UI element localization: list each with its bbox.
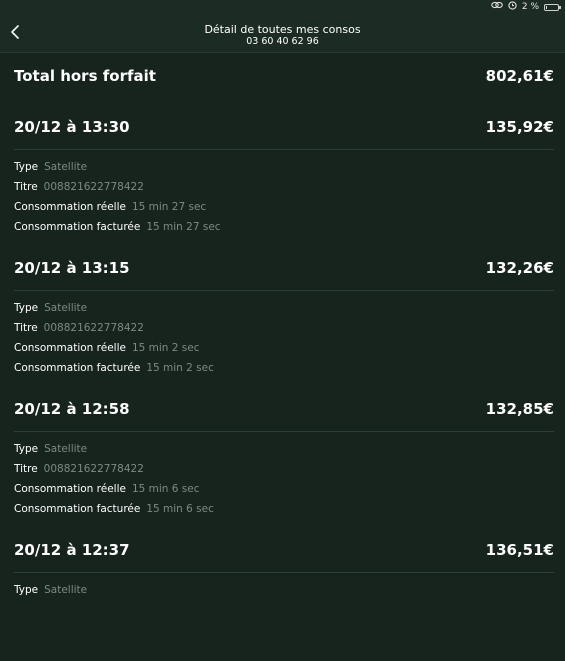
call-header: 20/12 à 12:58 132,85€ [0, 379, 565, 432]
total-summary: Total hors forfait 802,61€ [0, 53, 565, 97]
detail-type: Type Satellite [14, 298, 214, 318]
detail-value: Satellite [44, 161, 88, 173]
call-details: Type Satellite Titre 008821622778422 Conso… [14, 157, 221, 237]
detail-value: 15 min 6 sec [146, 503, 214, 515]
detail-value: 15 min 2 sec [131, 342, 200, 354]
call-date: 20/12 à 13:30 [14, 118, 130, 136]
status-bar: 2 % [0, 0, 565, 14]
detail-value: 15 min 27 sec [146, 221, 221, 233]
detail-billed: Consommation facturée 15 min 6 sec [14, 499, 214, 519]
detail-label: Type [14, 161, 39, 173]
detail-value: 008821622778422 [43, 181, 144, 193]
call-date: 20/12 à 12:58 [14, 400, 130, 418]
detail-real: Consommation réelle 15 min 27 sec [14, 197, 221, 217]
phone-number: 03 60 40 62 96 [246, 36, 319, 47]
detail-label: Consommation facturée [14, 221, 141, 233]
call-details: Type Satellite Titre 008821622778422 Conso… [14, 439, 214, 519]
detail-value: 15 min 27 sec [131, 201, 207, 213]
detail-title: Titre 008821622778422 [14, 318, 214, 338]
detail-label: Titre [14, 181, 38, 193]
alarm-icon [508, 0, 517, 14]
detail-type: Type Satellite [14, 439, 214, 459]
call-amount: 136,51€ [485, 541, 554, 559]
call-details: Type Satellite [14, 580, 87, 600]
call-header: 20/12 à 13:15 132,26€ [0, 238, 565, 291]
detail-label: Consommation réelle [14, 483, 126, 495]
call-date: 20/12 à 12:37 [14, 541, 130, 559]
detail-type: Type Satellite [14, 580, 87, 600]
detail-billed: Consommation facturée 15 min 2 sec [14, 358, 214, 378]
detail-value: Satellite [44, 443, 88, 455]
detail-value: 008821622778422 [43, 463, 144, 475]
link-icon [491, 1, 503, 13]
total-label: Total hors forfait [14, 67, 156, 85]
detail-value: 008821622778422 [43, 322, 144, 334]
call-item[interactable]: 20/12 à 12:37 136,51€ Type Satellite [0, 520, 565, 661]
detail-value: 15 min 2 sec [146, 362, 214, 374]
detail-billed: Consommation facturée 15 min 27 sec [14, 217, 221, 237]
detail-real: Consommation réelle 15 min 2 sec [14, 338, 214, 358]
call-item[interactable]: 20/12 à 13:30 135,92€ Type Satellite Titr… [0, 97, 565, 238]
call-date: 20/12 à 13:15 [14, 259, 130, 277]
call-header: 20/12 à 13:30 135,92€ [0, 97, 565, 150]
detail-label: Consommation facturée [14, 503, 141, 515]
top-bar: Détail de toutes mes consos 03 60 40 62 … [0, 14, 565, 53]
call-item[interactable]: 20/12 à 12:58 132,85€ Type Satellite Titr… [0, 379, 565, 520]
battery-percent: 2 % [521, 2, 539, 12]
call-amount: 132,26€ [485, 259, 554, 277]
detail-label: Type [14, 302, 39, 314]
detail-type: Type Satellite [14, 157, 221, 177]
detail-label: Consommation réelle [14, 201, 126, 213]
call-amount: 135,92€ [485, 118, 554, 136]
divider [14, 431, 554, 432]
detail-label: Consommation réelle [14, 342, 126, 354]
divider [14, 149, 554, 150]
detail-title: Titre 008821622778422 [14, 459, 214, 479]
battery-icon [544, 3, 561, 11]
status-indicators: 2 % [491, 0, 561, 14]
total-value: 802,61€ [485, 67, 554, 85]
detail-value: Satellite [44, 584, 88, 596]
call-details: Type Satellite Titre 008821622778422 Conso… [14, 298, 214, 378]
detail-label: Consommation facturée [14, 362, 141, 374]
detail-label: Titre [14, 463, 38, 475]
divider [14, 290, 554, 291]
detail-real: Consommation réelle 15 min 6 sec [14, 479, 214, 499]
call-item[interactable]: 20/12 à 13:15 132,26€ Type Satellite Titr… [0, 238, 565, 379]
detail-label: Type [14, 443, 39, 455]
detail-label: Titre [14, 322, 38, 334]
page-title: Détail de toutes mes consos [204, 23, 361, 36]
detail-value: Satellite [44, 302, 88, 314]
detail-title: Titre 008821622778422 [14, 177, 221, 197]
detail-value: 15 min 6 sec [131, 483, 200, 495]
call-amount: 132,85€ [485, 400, 554, 418]
detail-label: Type [14, 584, 39, 596]
consumption-list[interactable]: Total hors forfait 802,61€ 20/12 à 13:30… [0, 53, 565, 661]
divider [14, 572, 554, 573]
call-header: 20/12 à 12:37 136,51€ [0, 520, 565, 573]
battery-level [546, 5, 547, 9]
